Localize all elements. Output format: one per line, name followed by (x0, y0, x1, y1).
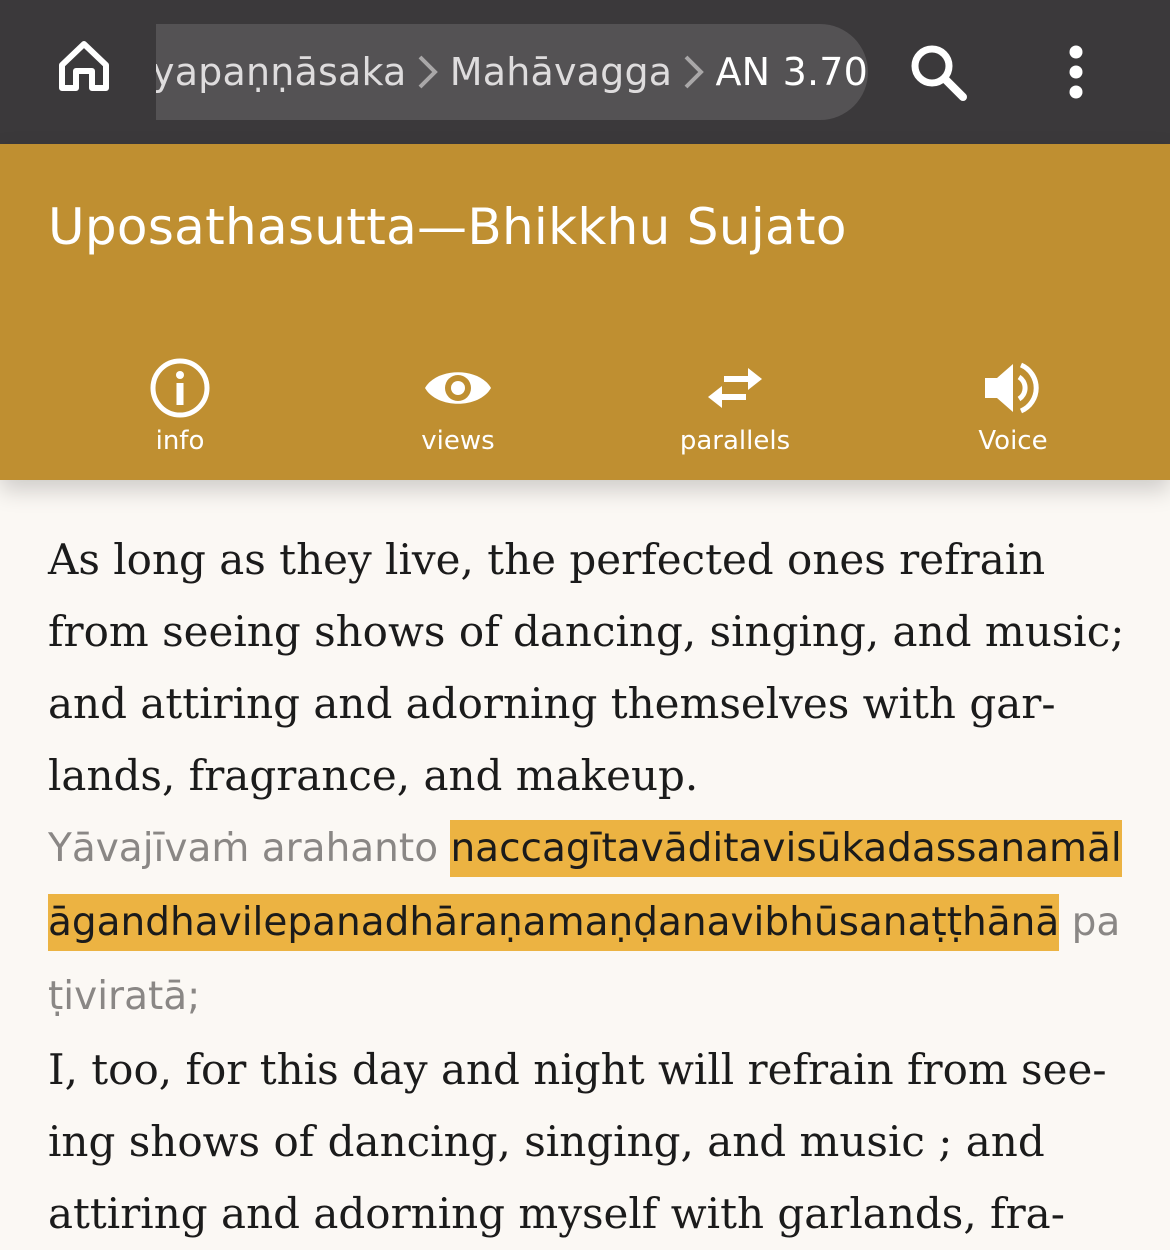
info-circle-icon (145, 356, 215, 420)
top-app-bar: yapaṇṇāsaka Mahāvagga AN 3.70 (0, 0, 1170, 144)
page-title: Uposathasutta—Bhikkhu Sujato (48, 198, 847, 256)
speaker-icon (978, 356, 1048, 420)
chevron-right-icon (672, 42, 715, 102)
info-button[interactable]: info (90, 356, 270, 466)
home-button[interactable] (52, 36, 116, 100)
voice-label: Voice (978, 426, 1048, 456)
views-label: views (421, 426, 495, 456)
english-paragraph: As long as they live, the perfected ones… (48, 535, 1125, 800)
eye-icon (423, 356, 493, 420)
sutta-header: Uposathasutta—Bhikkhu Sujato info views (0, 144, 1170, 480)
breadcrumb-current[interactable]: AN 3.70 (715, 50, 868, 94)
swap-arrows-icon (700, 356, 770, 420)
views-button[interactable]: views (368, 356, 548, 466)
info-label: info (155, 426, 205, 456)
sutta-text: As long as they live, the perfected ones… (48, 524, 1128, 1250)
more-vert-icon (1066, 44, 1086, 105)
breadcrumb-item[interactable]: yapaṇṇāsaka (156, 50, 407, 94)
pali-paragraph: Yāvajīvaṁ arahanto naccagītavāditavisūka… (48, 812, 1128, 1034)
search-icon (908, 42, 968, 107)
breadcrumb-item[interactable]: Mahāvagga (450, 50, 673, 94)
pali-text: Yāvajīvaṁ arahanto (48, 826, 439, 871)
search-button[interactable] (900, 36, 976, 112)
more-options-button[interactable] (1046, 36, 1106, 112)
chevron-right-icon (407, 42, 450, 102)
parallels-label: parallels (679, 426, 791, 456)
voice-button[interactable]: Voice (923, 356, 1103, 466)
breadcrumb: yapaṇṇāsaka Mahāvagga AN 3.70 (156, 24, 868, 120)
english-paragraph: I, too, for this day and night will refr… (48, 1045, 1107, 1238)
home-icon (56, 38, 112, 99)
parallels-button[interactable]: parallels (645, 356, 825, 466)
